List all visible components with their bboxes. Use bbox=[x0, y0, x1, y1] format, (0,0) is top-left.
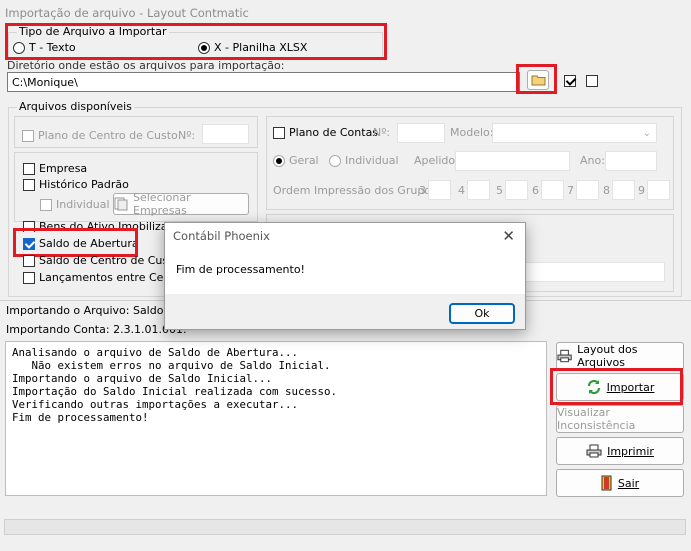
check-plano-cc-box[interactable] bbox=[22, 129, 34, 142]
check-empresa[interactable]: Empresa bbox=[23, 162, 87, 175]
log-line: Verificando outras importações a executa… bbox=[12, 398, 299, 411]
visualizar-inconsistencia-button[interactable]: Visualizar Inconsistência bbox=[556, 405, 684, 433]
imprimir-button[interactable]: Imprimir bbox=[556, 437, 684, 465]
ordem-input-4[interactable] bbox=[467, 180, 490, 200]
radio-individual[interactable]: Individual bbox=[329, 154, 399, 167]
arquivos-label: Arquivos disponíveis bbox=[17, 100, 134, 113]
ordem-num-4: 4 bbox=[458, 184, 465, 197]
check-historico[interactable]: Histórico Padrão bbox=[23, 178, 129, 191]
radio-individual-circle[interactable] bbox=[329, 154, 341, 167]
check-individual-box[interactable] bbox=[40, 198, 52, 211]
ordem-input-8[interactable] bbox=[612, 180, 635, 200]
exit-door-icon bbox=[601, 475, 612, 491]
selecionar-empresas-button[interactable]: Selecionar Empresas bbox=[113, 191, 249, 217]
ano-label: Ano: bbox=[580, 154, 605, 167]
status-conta: Importando Conta: 2.3.1.01.001.0001 bbox=[6, 323, 186, 336]
ordem-num-8: 8 bbox=[603, 184, 610, 197]
radio-geral-label: Geral bbox=[289, 154, 319, 167]
check-individual[interactable]: Individual bbox=[40, 198, 110, 211]
log-line: Fim de processamento! bbox=[12, 411, 149, 424]
check-plano-cc[interactable]: Plano de Centro de Custo bbox=[22, 129, 178, 142]
check-historico-box[interactable] bbox=[23, 178, 35, 191]
sair-label: Sair bbox=[617, 476, 640, 490]
apelido-label: Apelido: bbox=[414, 154, 459, 167]
dialog-message: Fim de processamento! bbox=[176, 263, 305, 276]
ok-label: Ok bbox=[474, 307, 490, 320]
dialog-titlebar: Contábil Phoenix ✕ bbox=[165, 223, 525, 249]
ordem-label: Ordem Impressão dos Grupos: bbox=[273, 184, 441, 197]
ok-button[interactable]: Ok bbox=[449, 303, 515, 324]
radio-individual-label: Individual bbox=[345, 154, 399, 167]
log-line: Importação do Saldo Inicial realizada co… bbox=[12, 385, 338, 398]
check-saldo-cc[interactable]: Saldo de Centro de Custo bbox=[23, 254, 179, 267]
check-plano-contas-label: Plano de Contas bbox=[289, 126, 379, 139]
plano-contas-num-label: Nº: bbox=[373, 126, 391, 139]
dialog-body: Fim de processamento! bbox=[165, 249, 525, 294]
plano-cc-num-input[interactable] bbox=[202, 124, 249, 144]
sair-button[interactable]: Sair bbox=[556, 469, 684, 497]
checkbox-dir-1[interactable] bbox=[564, 75, 576, 87]
layout-arquivos-button[interactable]: Layout dos Arquivos bbox=[556, 342, 684, 370]
highlight-folder bbox=[516, 64, 557, 94]
highlight-saldo bbox=[13, 228, 138, 257]
dialog-title: Contábil Phoenix bbox=[173, 229, 270, 243]
check-plano-contas-box[interactable] bbox=[273, 126, 285, 139]
progress-bar bbox=[4, 519, 686, 535]
modelo-label: Modelo: bbox=[450, 126, 494, 139]
ordem-input-6[interactable] bbox=[541, 180, 564, 200]
log-line: Analisando o arquivo de Saldo de Abertur… bbox=[12, 346, 299, 359]
log-line: Não existem erros no arquivo de Saldo In… bbox=[12, 359, 331, 372]
imprimir-label: Imprimir bbox=[607, 444, 654, 458]
check-saldo-cc-box[interactable] bbox=[23, 254, 35, 267]
chevron-down-icon: ⌄ bbox=[642, 127, 651, 139]
check-saldo-cc-label: Saldo de Centro de Custo bbox=[39, 254, 180, 267]
ordem-num-9: 9 bbox=[638, 184, 645, 197]
printer-icon bbox=[586, 444, 602, 458]
radio-geral[interactable]: Geral bbox=[273, 154, 319, 167]
close-icon[interactable]: ✕ bbox=[502, 227, 515, 245]
layout-arquivos-label: Layout dos Arquivos bbox=[577, 343, 638, 369]
ordem-num-3: 3 bbox=[419, 184, 426, 197]
log-textarea[interactable]: Analisando o arquivo de Saldo de Abertur… bbox=[5, 341, 547, 496]
dir-input[interactable]: C:\Monique\ bbox=[7, 72, 520, 92]
printer-icon bbox=[557, 349, 572, 363]
message-dialog: Contábil Phoenix ✕ Fim de processamento!… bbox=[164, 222, 526, 330]
status-arquivo: Importando o Arquivo: Saldo Inicial bbox=[6, 304, 166, 317]
radio-geral-circle[interactable] bbox=[273, 154, 285, 167]
plano-contas-num-input[interactable] bbox=[397, 123, 445, 143]
visualizar-label: Visualizar Inconsistência bbox=[557, 406, 636, 432]
check-empresa-box[interactable] bbox=[23, 162, 35, 175]
selecionar-label: Selecionar Empresas bbox=[133, 191, 191, 217]
modelo-select[interactable]: ⌄ bbox=[492, 123, 657, 143]
plano-cc-num-label: Nº: bbox=[178, 129, 196, 142]
ordem-num-7: 7 bbox=[567, 184, 574, 197]
check-individual-label: Individual bbox=[56, 198, 110, 211]
checkbox-dir-2[interactable] bbox=[586, 75, 598, 87]
check-lancamentos-box[interactable] bbox=[23, 271, 35, 284]
check-historico-label: Histórico Padrão bbox=[39, 178, 129, 191]
ordem-num-6: 6 bbox=[532, 184, 539, 197]
lower-right-input[interactable] bbox=[525, 262, 665, 282]
ordem-num-5: 5 bbox=[496, 184, 503, 197]
dir-value: C:\Monique\ bbox=[12, 76, 78, 89]
ordem-input-3[interactable] bbox=[428, 180, 451, 200]
window-title: Importação de arquivo - Layout Contmatic bbox=[5, 6, 249, 20]
apelido-input[interactable] bbox=[455, 151, 570, 171]
ordem-input-9[interactable] bbox=[647, 180, 670, 200]
check-plano-cc-label: Plano de Centro de Custo bbox=[38, 129, 178, 142]
highlight-importar bbox=[550, 368, 683, 405]
ordem-input-5[interactable] bbox=[505, 180, 528, 200]
ordem-input-7[interactable] bbox=[576, 180, 599, 200]
ano-input[interactable] bbox=[605, 151, 657, 171]
dir-label: Diretório onde estão os arquivos para im… bbox=[7, 59, 285, 72]
check-empresa-label: Empresa bbox=[39, 162, 88, 175]
check-plano-contas[interactable]: Plano de Contas bbox=[273, 126, 378, 139]
log-line: Importando o arquivo de Saldo Inicial... bbox=[12, 372, 273, 385]
highlight-tipo bbox=[5, 23, 387, 60]
selecionar-icon bbox=[114, 197, 128, 211]
